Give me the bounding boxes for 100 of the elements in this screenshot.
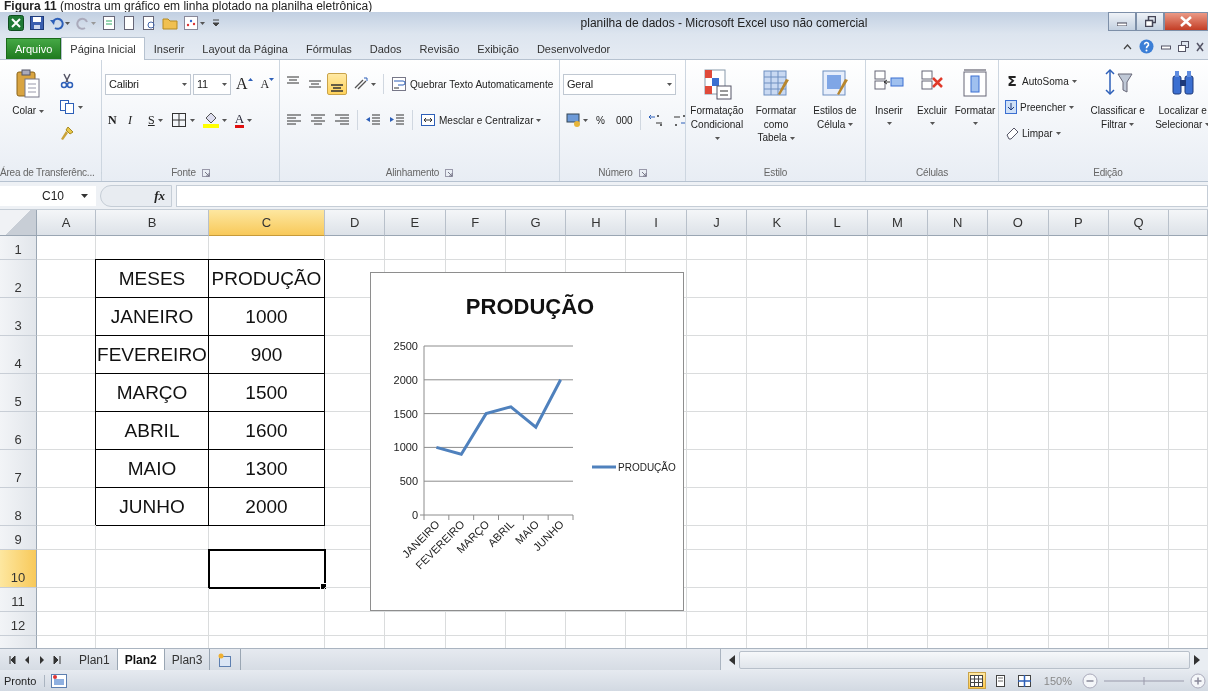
column-header[interactable]: A: [37, 210, 96, 236]
table-cell: [1108, 488, 1170, 526]
column-header[interactable]: K: [747, 210, 808, 236]
ribbon-tab[interactable]: Inserir: [144, 38, 194, 59]
grow-font-button[interactable]: A: [233, 73, 256, 95]
thousands-button[interactable]: 000: [613, 109, 636, 131]
row-header[interactable]: 1: [0, 236, 37, 260]
ribbon-button[interactable]: Formatação Condicional: [689, 66, 745, 164]
ribbon-button[interactable]: Localizar e Selecionar: [1151, 66, 1208, 164]
font-field[interactable]: Calibri: [105, 73, 191, 95]
align-button[interactable]: [327, 73, 347, 95]
view-button[interactable]: [967, 672, 986, 689]
column-header[interactable]: G: [505, 210, 567, 236]
row-header[interactable]: 10: [0, 550, 37, 588]
column-header[interactable]: D: [325, 210, 386, 236]
ribbon-button[interactable]: Formatar como Tabela: [748, 66, 804, 164]
column-header[interactable]: E: [385, 210, 446, 236]
table-cell: [686, 550, 748, 588]
merge-icon: [420, 112, 436, 128]
ribbon-button[interactable]: Preencher: [1002, 96, 1080, 118]
caret-icon: [1129, 123, 1135, 127]
italic-button[interactable]: I: [125, 109, 143, 131]
zoom-out-icon: [1082, 672, 1098, 689]
column-header[interactable]: B: [96, 210, 209, 236]
ribbon-tab[interactable]: Dados: [360, 38, 411, 59]
function-button[interactable]: fx: [100, 184, 172, 207]
table-cell: [1048, 260, 1109, 298]
row-header[interactable]: 6: [0, 412, 37, 450]
row-header[interactable]: 7: [0, 450, 37, 488]
table-cell: [807, 588, 868, 612]
close-button[interactable]: [1164, 12, 1208, 31]
ribbon-button[interactable]: Inserir: [869, 66, 909, 164]
fill-down-icon: [1005, 100, 1017, 114]
wrap-text-button[interactable]: Quebrar Texto Automaticamente: [388, 73, 557, 95]
number-format-field[interactable]: Geral: [563, 73, 676, 95]
select-all-corner[interactable]: [0, 210, 37, 236]
file-tab[interactable]: Arquivo: [6, 38, 62, 59]
table-cell: [747, 550, 808, 588]
ribbon-button[interactable]: Formatar: [955, 66, 995, 164]
table-cell: [747, 588, 808, 612]
row-header[interactable]: 5: [0, 374, 37, 412]
formula-field[interactable]: [176, 184, 1208, 207]
column-header[interactable]: C: [209, 210, 325, 236]
tick-label: 2500: [393, 340, 418, 352]
ribbon-tab[interactable]: Layout da Página: [193, 38, 297, 59]
table-cell: [747, 374, 808, 412]
column-header[interactable]: Q: [1108, 210, 1170, 236]
row-header[interactable]: 4: [0, 336, 37, 374]
column-header[interactable]: H: [566, 210, 627, 236]
horizontal-scrollbar[interactable]: [720, 649, 1208, 670]
column-header[interactable]: J: [686, 210, 748, 236]
row-header[interactable]: 11: [0, 588, 37, 612]
row-header[interactable]: 8: [0, 488, 37, 526]
column-header[interactable]: [1169, 210, 1208, 236]
merge-button[interactable]: Mesclar e Centralizar: [417, 109, 545, 131]
ribbon-tab[interactable]: Revisão: [410, 38, 469, 59]
ribbon-tab[interactable]: Exibição: [468, 38, 528, 59]
table-cell: [867, 526, 928, 550]
ribbon-button[interactable]: Limpar: [1002, 122, 1080, 144]
restore-button[interactable]: [1136, 12, 1164, 31]
ribbon-tab[interactable]: Fórmulas: [296, 38, 361, 59]
column-header[interactable]: O: [988, 210, 1049, 236]
collapse-ribbon-icon: [1123, 43, 1132, 50]
caret-icon: [1205, 123, 1208, 127]
ribbon-tab[interactable]: Desenvolvedor: [527, 38, 620, 59]
column-header[interactable]: F: [445, 210, 506, 236]
font-size-field[interactable]: 11: [193, 73, 231, 95]
underline-button[interactable]: S: [145, 109, 166, 131]
font-color-button[interactable]: A: [231, 109, 256, 131]
percent-button[interactable]: %: [593, 109, 611, 131]
view-button[interactable]: [1015, 672, 1034, 689]
column-header[interactable]: P: [1048, 210, 1109, 236]
ribbon-button[interactable]: Σ AutoSoma: [1002, 70, 1080, 92]
ribbon-button[interactable]: Colar: [3, 66, 53, 164]
table-cell: [927, 374, 989, 412]
tick-label: 0: [411, 509, 418, 521]
column-header[interactable]: I: [626, 210, 687, 236]
shrink-font-button[interactable]: A: [257, 73, 278, 95]
table-cell: 2000: [209, 488, 325, 526]
bold-button[interactable]: N: [105, 109, 123, 131]
selected-cell[interactable]: [209, 550, 325, 588]
table-cell: [927, 236, 989, 260]
group-label: Fonte: [171, 167, 196, 178]
ribbon-tab[interactable]: Página Inicial: [61, 37, 145, 60]
column-header[interactable]: N: [927, 210, 989, 236]
row-header[interactable]: 3: [0, 298, 37, 336]
column-header[interactable]: M: [867, 210, 928, 236]
row-header[interactable]: 12: [0, 612, 37, 636]
table-cell: [867, 412, 928, 450]
row-header[interactable]: 2: [0, 260, 37, 298]
decimal-icon: [671, 112, 685, 128]
ribbon-button[interactable]: Classificar e Filtrar: [1086, 66, 1149, 164]
sheet-tab[interactable]: Plan2: [117, 649, 165, 670]
column-header[interactable]: L: [807, 210, 868, 236]
ribbon-button[interactable]: Estilos de Célula: [807, 66, 863, 164]
fill-handle[interactable]: [320, 583, 327, 590]
row-header[interactable]: 9: [0, 526, 37, 550]
name-box[interactable]: C10: [0, 185, 96, 206]
ribbon-button[interactable]: Excluir: [912, 66, 952, 164]
scroll-thumb[interactable]: [739, 650, 1190, 669]
